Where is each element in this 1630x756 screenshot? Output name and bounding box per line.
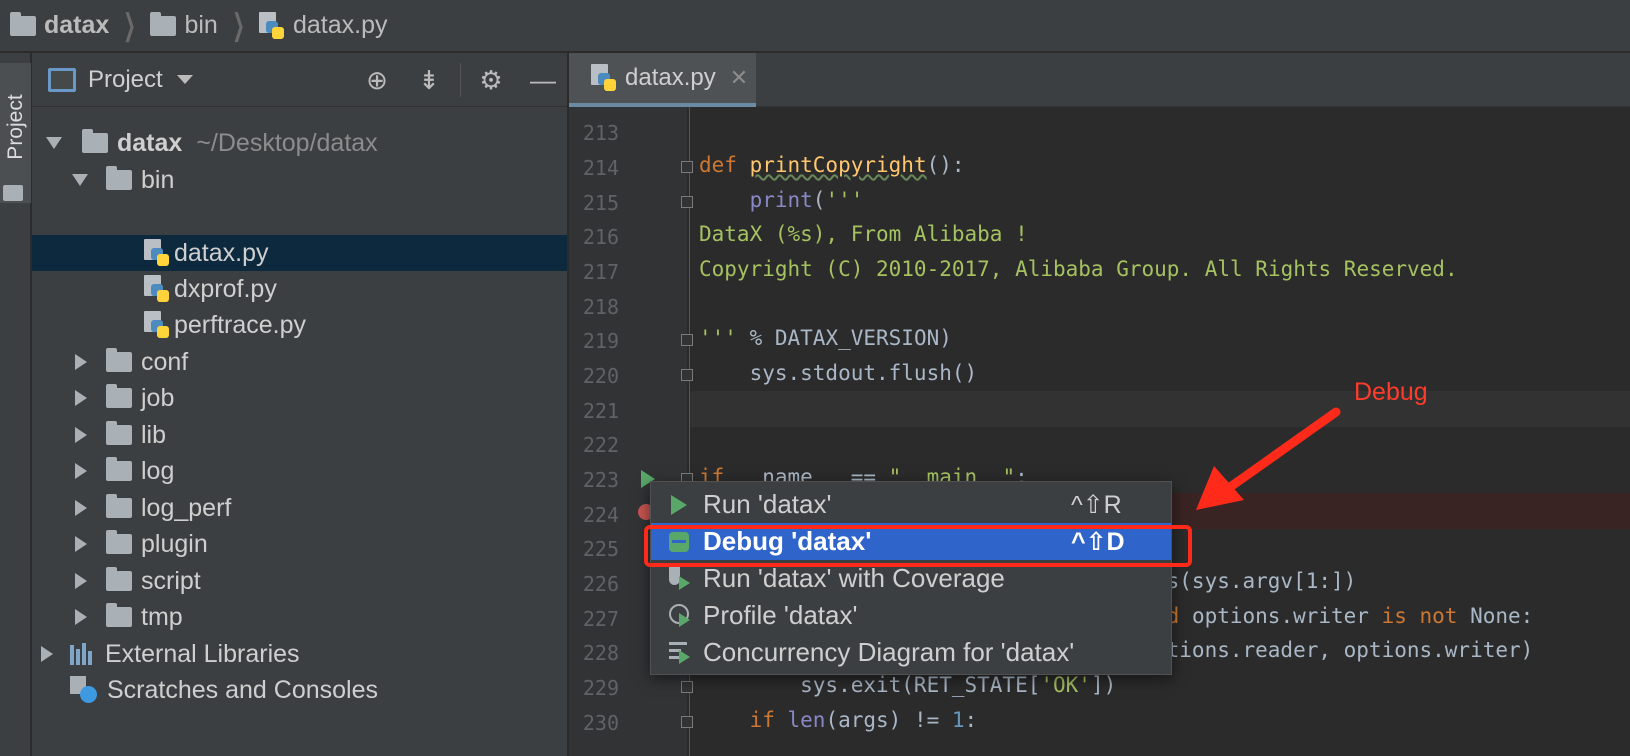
annotation-arrow: [1196, 407, 1341, 510]
